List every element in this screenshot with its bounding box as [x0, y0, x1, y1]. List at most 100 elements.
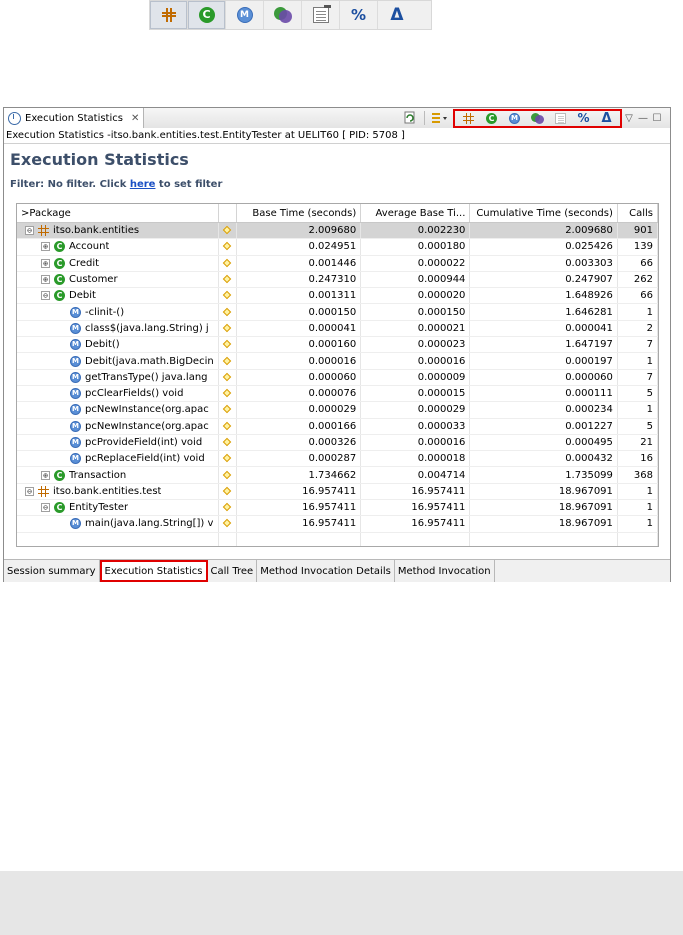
class-level-button[interactable]: C: [480, 109, 503, 127]
source-marker-cell[interactable]: [218, 320, 238, 338]
source-marker-cell[interactable]: [218, 222, 238, 240]
table-row[interactable]: Mclass$(java.lang.String) j 0.000041 0.000…: [17, 320, 658, 338]
calls-cell: 21: [617, 434, 658, 452]
source-marker-cell[interactable]: [218, 466, 238, 484]
row-name: Debit(java.math.BigDecin: [85, 355, 214, 367]
average-base-time-cell: 0.000180: [360, 238, 471, 256]
percentage-button[interactable]: %: [572, 109, 595, 127]
source-marker-icon: [223, 259, 231, 267]
source-marker-cell[interactable]: [218, 483, 238, 501]
column-header-package[interactable]: >Package: [17, 204, 219, 223]
collapse-icon[interactable]: ⊖: [41, 503, 50, 513]
source-marker-icon: [223, 519, 231, 527]
instance-level-button[interactable]: [264, 1, 302, 29]
source-marker-cell[interactable]: [218, 238, 238, 256]
table-row[interactable]: M -clinit-() 0.000150 0.000150 1.646281 1: [17, 303, 658, 321]
source-marker-cell[interactable]: [218, 434, 238, 452]
source-marker-icon: [223, 438, 231, 446]
source-marker-cell[interactable]: [218, 287, 238, 305]
table-row[interactable]: ⊖ C EntityTester 16.957411 16.957411 18.96709…: [17, 499, 658, 517]
source-marker-cell[interactable]: [218, 385, 238, 403]
tab-method-invocation[interactable]: Method Invocation: [395, 560, 495, 582]
table-row[interactable]: MpcNewInstance(org.apac 0.000166 0.000033 0…: [17, 418, 658, 435]
column-header-marker[interactable]: [218, 204, 238, 223]
tab-call-tree[interactable]: Call Tree: [208, 560, 258, 582]
tab-execution-statistics[interactable]: Execution Statistics: [99, 560, 208, 582]
table-row[interactable]: MpcClearFields() void 0.000076 0.000015 0.0…: [17, 385, 658, 403]
table-row[interactable]: ⊕ C Customer 0.247310 0.000944 0.247907 262: [17, 271, 658, 289]
package-level-button[interactable]: [150, 1, 188, 29]
instance-level-button[interactable]: [526, 109, 549, 127]
cumulative-time-cell: 0.025426: [469, 238, 618, 256]
source-marker-cell[interactable]: [218, 255, 238, 272]
method-icon: M: [70, 339, 81, 351]
collapse-icon[interactable]: ⊖: [25, 486, 34, 496]
table-row[interactable]: MgetTransType() java.lang 0.000060 0.00000…: [17, 369, 658, 386]
set-filter-link[interactable]: here: [130, 179, 156, 190]
method-icon: M: [509, 112, 520, 124]
delta-button[interactable]: Δ: [378, 1, 416, 29]
collapse-icon[interactable]: ⊖: [25, 226, 34, 236]
source-marker-cell[interactable]: [218, 271, 238, 289]
source-marker-cell[interactable]: [218, 352, 238, 370]
class-level-button[interactable]: C: [188, 1, 226, 29]
method-level-button[interactable]: M: [503, 109, 526, 127]
table-row[interactable]: MpcProvideField(int) void 0.000326 0.00001…: [17, 434, 658, 452]
column-header-average-base-time[interactable]: Average Base Ti...: [360, 204, 471, 223]
table-row[interactable]: ⊖ itso.bank.entities 2.009680 0.002230 2.009…: [17, 222, 658, 240]
stopwatch-icon: [8, 111, 21, 125]
base-time-cell: 1.734662: [236, 466, 362, 484]
source-marker-cell[interactable]: [218, 369, 238, 386]
table-row[interactable]: Mmain(java.lang.String[]) v 16.957411 16.9…: [17, 515, 658, 533]
source-marker-icon: [223, 275, 231, 283]
maximize-icon[interactable]: ☐: [650, 113, 664, 124]
open-source-button[interactable]: [549, 109, 572, 127]
table-row[interactable]: ⊕ C Transaction 1.734662 0.004714 1.735099 368: [17, 466, 658, 484]
source-marker-cell[interactable]: [218, 499, 238, 517]
base-time-cell: 0.000060: [236, 369, 362, 386]
calls-cell: 1: [617, 483, 658, 501]
table-row[interactable]: ⊖ itso.bank.entities.test 16.957411 16.9574…: [17, 483, 658, 501]
table-row[interactable]: ⊖ C Debit 0.001311 0.000020 1.648926 66: [17, 287, 658, 305]
column-header-base-time[interactable]: Base Time (seconds): [236, 204, 362, 223]
filter-suffix: to set filter: [155, 179, 223, 190]
close-icon[interactable]: ✕: [131, 113, 139, 124]
cumulative-time-cell: 2.009680: [469, 222, 618, 240]
table-row[interactable]: M Debit() 0.000160 0.000023 1.647197 7: [17, 336, 658, 354]
table-row[interactable]: MpcNewInstance(org.apac 0.000029 0.000029 0…: [17, 401, 658, 419]
open-source-button[interactable]: [302, 1, 340, 29]
source-marker-cell[interactable]: [218, 418, 238, 435]
view-tab-execution-statistics[interactable]: Execution Statistics ✕: [4, 108, 144, 128]
delta-button[interactable]: Δ: [595, 109, 618, 127]
table-row[interactable]: ⊕ C Credit 0.001446 0.000022 0.003303 66: [17, 255, 658, 272]
empty-row: [17, 532, 658, 546]
percentage-button[interactable]: %: [340, 1, 378, 29]
expand-icon[interactable]: ⊕: [41, 470, 50, 480]
table-row[interactable]: ⊕ C Account 0.024951 0.000180 0.025426 139: [17, 238, 658, 256]
source-marker-icon: [223, 291, 231, 299]
expand-icon[interactable]: ⊕: [41, 258, 50, 268]
collapse-icon[interactable]: ⊖: [41, 291, 50, 301]
filter-menu-button[interactable]: [429, 109, 449, 127]
base-time-cell: 0.247310: [236, 271, 362, 289]
minimize-icon[interactable]: —: [636, 113, 650, 124]
source-marker-cell[interactable]: [218, 336, 238, 354]
column-header-calls[interactable]: Calls: [617, 204, 658, 223]
table-row[interactable]: MpcReplaceField(int) void 0.000287 0.00001…: [17, 450, 658, 468]
tab-session-summary[interactable]: Session summary: [4, 560, 100, 582]
package-level-button[interactable]: [457, 109, 480, 127]
method-level-button[interactable]: M: [226, 1, 264, 29]
source-marker-cell[interactable]: [218, 401, 238, 419]
refresh-views-button[interactable]: [400, 109, 420, 127]
expand-icon[interactable]: ⊕: [41, 242, 50, 252]
percent-icon: %: [577, 111, 590, 125]
view-menu-icon[interactable]: ▽: [622, 113, 636, 124]
column-header-cumulative-time[interactable]: Cumulative Time (seconds): [469, 204, 618, 223]
tab-method-invocation-details[interactable]: Method Invocation Details: [257, 560, 395, 582]
source-marker-cell[interactable]: [218, 515, 238, 533]
table-row[interactable]: M Debit(java.math.BigDecin 0.000016 0.00001…: [17, 352, 658, 370]
source-marker-cell[interactable]: [218, 303, 238, 321]
package-icon: [38, 225, 49, 237]
expand-icon[interactable]: ⊕: [41, 275, 50, 285]
source-marker-cell[interactable]: [218, 450, 238, 468]
